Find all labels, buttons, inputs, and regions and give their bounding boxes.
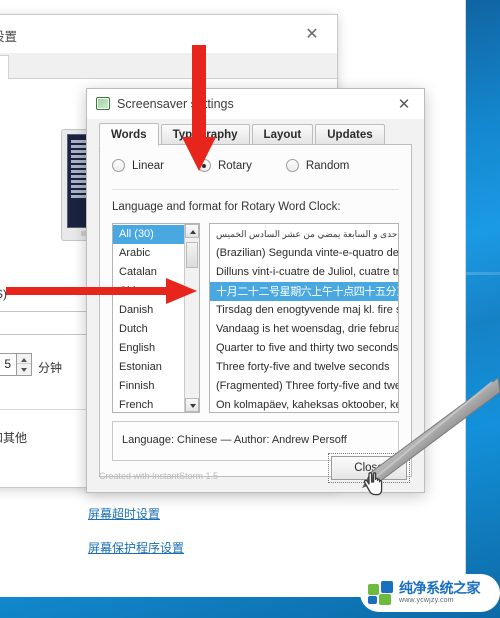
tab-screensaver-cn[interactable]: 屏幕保护程序: [0, 55, 10, 80]
radio-random[interactable]: Random: [285, 159, 350, 172]
radio-label-random: Random: [305, 159, 350, 172]
chevron-up-icon: [21, 358, 27, 362]
power-description: 调整显示亮度和其他: [0, 431, 28, 445]
language-list-items[interactable]: All (30) Arabic Catalan Chinese Danish D…: [113, 224, 184, 412]
tab-layout[interactable]: Layout: [251, 124, 314, 145]
tab-updates[interactable]: Updates: [315, 124, 385, 145]
screensaver-select[interactable]: Word Clock: [0, 311, 95, 335]
scrollbar-thumb[interactable]: [186, 242, 198, 268]
scroll-down-button[interactable]: [185, 398, 199, 412]
close-icon[interactable]: ✕: [297, 23, 327, 45]
chevron-down-icon: [190, 404, 196, 408]
window-titlebar: 屏幕保护程序设置 ✕: [0, 15, 337, 53]
chevron-down-icon: [21, 368, 27, 372]
link-screen-timeout[interactable]: 屏幕超时设置: [88, 505, 160, 522]
list-item[interactable]: English: [113, 339, 184, 358]
list-item-selected[interactable]: 十月二十二号星期六上午十点四十五分三十一秒: [210, 282, 398, 301]
list-item[interactable]: French: [113, 396, 184, 412]
language-author-text: Language: Chinese — Author: Andrew Perso…: [122, 434, 347, 446]
divider: [112, 189, 399, 190]
watermark-pill: 纯净系统之家 www.ycwjzy.com: [360, 574, 500, 612]
watermark-logo-icon: [368, 581, 394, 605]
dialog-titlebar: Screensaver settings ✕: [87, 89, 424, 119]
watermark-title: 纯净系统之家: [399, 580, 481, 597]
radio-linear[interactable]: Linear: [112, 159, 164, 172]
watermark-url: www.ycwjzy.com: [399, 596, 454, 604]
radio-label-rotary: Rotary: [217, 159, 252, 172]
language-listbox[interactable]: All (30) Arabic Catalan Chinese Danish D…: [112, 223, 200, 413]
list-item[interactable]: Estonian: [113, 358, 184, 377]
list-item[interactable]: Vandaag is het woensdag, drie februari, …: [210, 320, 398, 339]
list-item[interactable]: Three forty-five and twelve seconds: [210, 358, 398, 377]
list-item[interactable]: مد و مساءً دقيقة احدى و السابعة يمضي من …: [210, 225, 398, 244]
annotation-arrow-down: [182, 45, 216, 171]
close-icon[interactable]: ✕: [392, 94, 416, 114]
stepper-up[interactable]: [17, 354, 31, 364]
list-item[interactable]: Dutch: [113, 320, 184, 339]
site-watermark: 纯净系统之家 www.ycwjzy.com: [352, 558, 500, 616]
mode-radio-group[interactable]: Linear Rotary Random: [112, 159, 349, 172]
list-item[interactable]: All (30): [113, 225, 184, 244]
link-screensaver-settings[interactable]: 屏幕保护程序设置: [88, 539, 184, 556]
list-item[interactable]: Quarter to five and thirty two seconds: [210, 339, 398, 358]
wait-minutes-input[interactable]: 5: [0, 353, 17, 376]
list-item[interactable]: Tirsdag den enogtyvende maj kl. fire sek…: [210, 301, 398, 320]
scroll-up-button[interactable]: [185, 224, 199, 238]
list-item[interactable]: Finnish: [113, 377, 184, 396]
radio-label-linear: Linear: [132, 159, 164, 172]
radio-icon: [285, 159, 299, 172]
window-tabstrip: 屏幕保护程序: [0, 53, 337, 80]
language-caption: Language and format for Rotary Word Cloc…: [112, 201, 341, 213]
watermark-text: 纯净系统之家 www.ycwjzy.com: [399, 580, 481, 604]
tab-words[interactable]: Words: [99, 123, 159, 146]
screensaver-icon: [96, 97, 110, 110]
annotation-arrow-right: [6, 278, 197, 304]
wait-stepper[interactable]: [17, 353, 32, 376]
footer-credit: Created with InstantStorm 1.5: [99, 471, 219, 481]
radio-icon: [112, 159, 125, 172]
stepper-down[interactable]: [17, 364, 31, 374]
dialog-tabs[interactable]: Words Typography Layout Updates: [99, 122, 387, 146]
chevron-up-icon: [190, 230, 196, 234]
list-item[interactable]: Dilluns vint-i-cuatre de Juliol, cuatre …: [210, 263, 398, 282]
window-title: 屏幕保护程序设置: [0, 30, 18, 44]
wait-unit-label: 分钟: [38, 361, 63, 375]
list-item[interactable]: Arabic: [113, 244, 184, 263]
list-item[interactable]: (Brazilian) Segunda vinte-e-quatro de Fe…: [210, 244, 398, 263]
hand-cursor-icon: [363, 472, 383, 496]
language-list-scrollbar[interactable]: [184, 224, 199, 412]
